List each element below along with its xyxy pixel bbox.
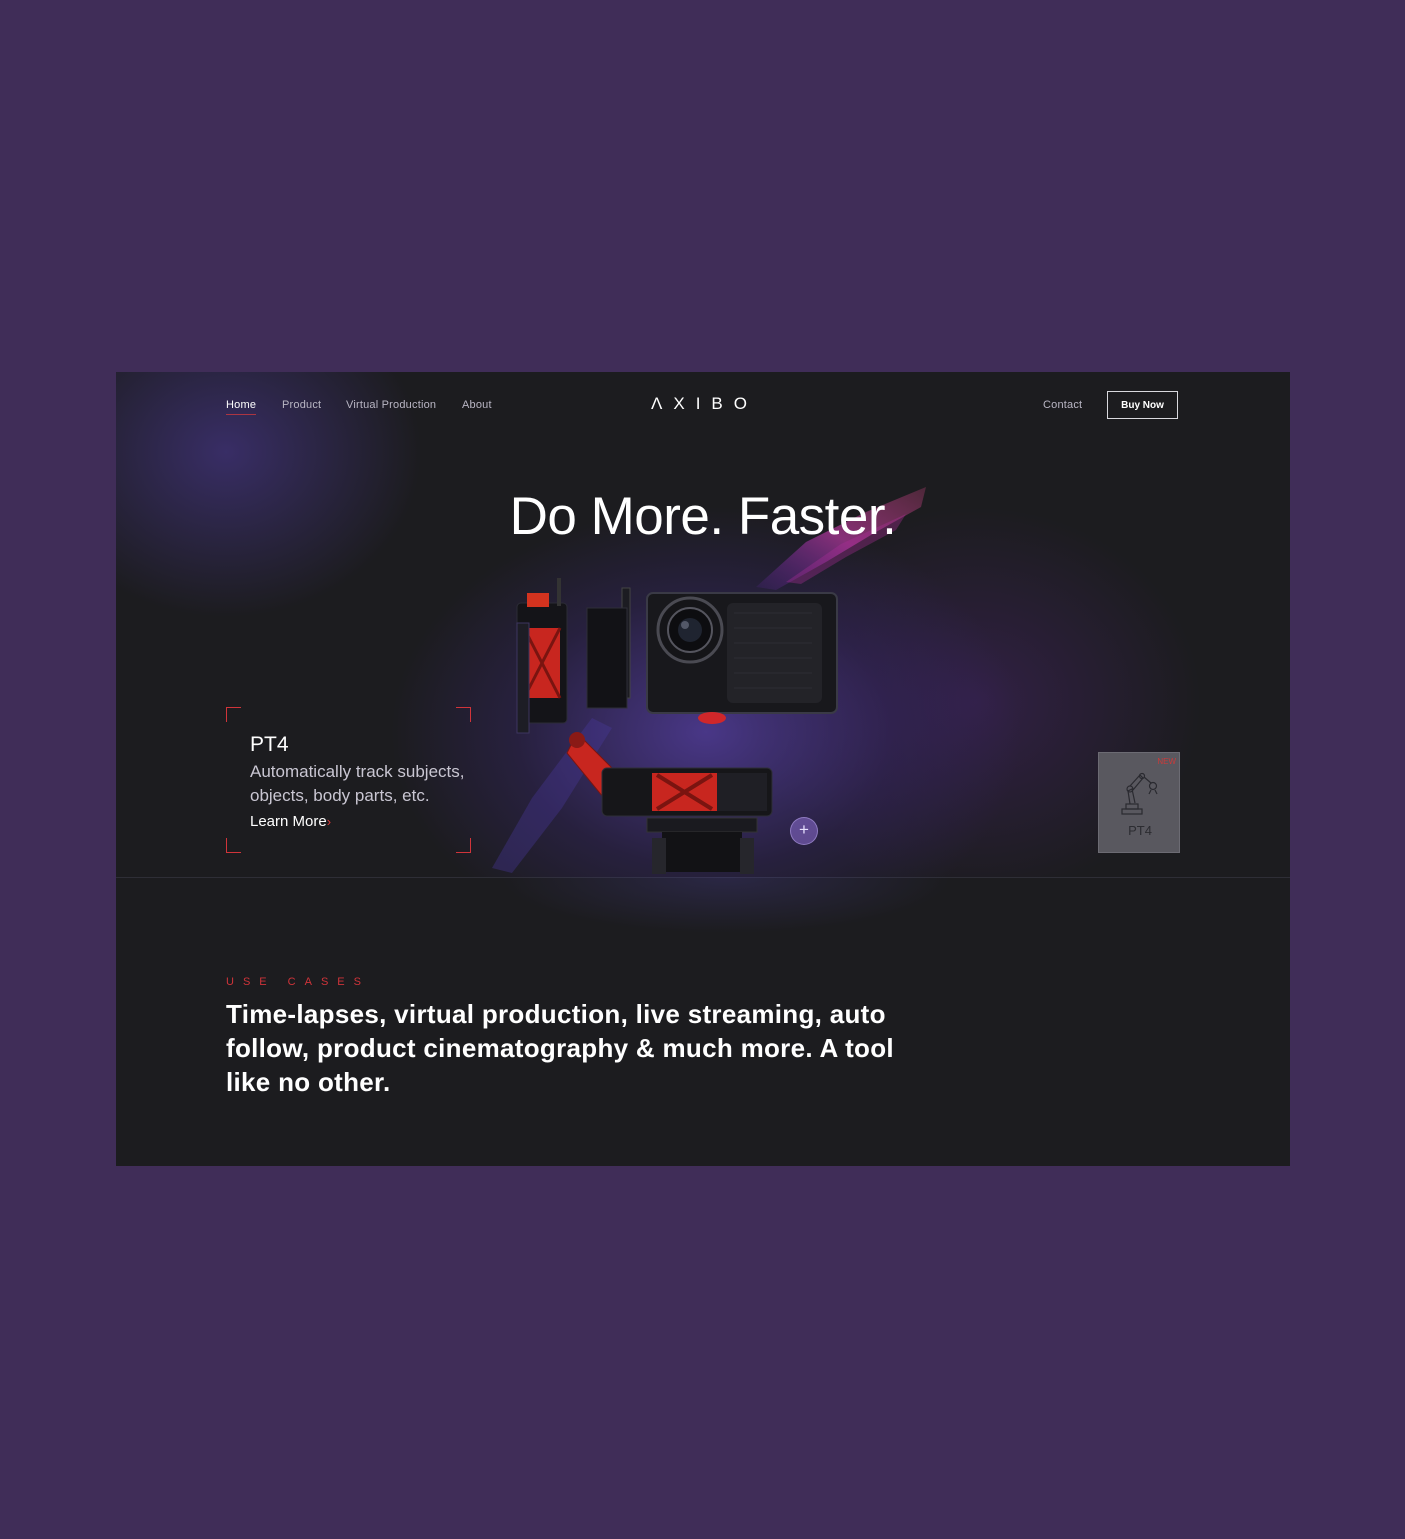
new-badge: NEW bbox=[1157, 757, 1176, 766]
nav-home[interactable]: Home bbox=[226, 399, 257, 415]
nav-about[interactable]: About bbox=[462, 399, 492, 411]
use-cases-eyebrow: USE CASES bbox=[226, 976, 370, 988]
nav-contact[interactable]: Contact bbox=[1043, 399, 1082, 411]
frame-corner-bottom-left bbox=[226, 838, 241, 853]
glow-decoration bbox=[446, 877, 1006, 987]
feature-title: PT4 bbox=[250, 733, 289, 756]
learn-more-label: Learn More bbox=[250, 813, 327, 830]
learn-more-link[interactable]: Learn More› bbox=[250, 813, 331, 830]
frame-corner-top-left bbox=[226, 707, 241, 722]
product-card-pt4[interactable]: NEW PT4 bbox=[1098, 752, 1180, 853]
nav-product[interactable]: Product bbox=[282, 399, 321, 411]
brand-logo[interactable]: ΛXIBO bbox=[651, 394, 757, 416]
website-frame: Home Product Virtual Production About ΛX… bbox=[116, 372, 1290, 1166]
chevron-right-icon: › bbox=[326, 814, 332, 829]
frame-corner-top-right bbox=[456, 707, 471, 722]
hero-section: Home Product Virtual Production About ΛX… bbox=[116, 372, 1290, 878]
nav-virtual-production[interactable]: Virtual Production bbox=[346, 399, 436, 411]
robot-arm-icon bbox=[1121, 772, 1158, 815]
hotspot-plus-button[interactable]: + bbox=[790, 817, 818, 845]
use-cases-text: Time-lapses, virtual production, live st… bbox=[226, 999, 894, 1097]
frame-corner-bottom-right bbox=[456, 838, 471, 853]
feature-description: Automatically track subjects, objects, b… bbox=[250, 762, 465, 805]
hero-title: Do More. Faster. bbox=[509, 487, 897, 546]
buy-now-button[interactable]: Buy Now bbox=[1107, 391, 1178, 419]
card-label: PT4 bbox=[1128, 823, 1152, 838]
